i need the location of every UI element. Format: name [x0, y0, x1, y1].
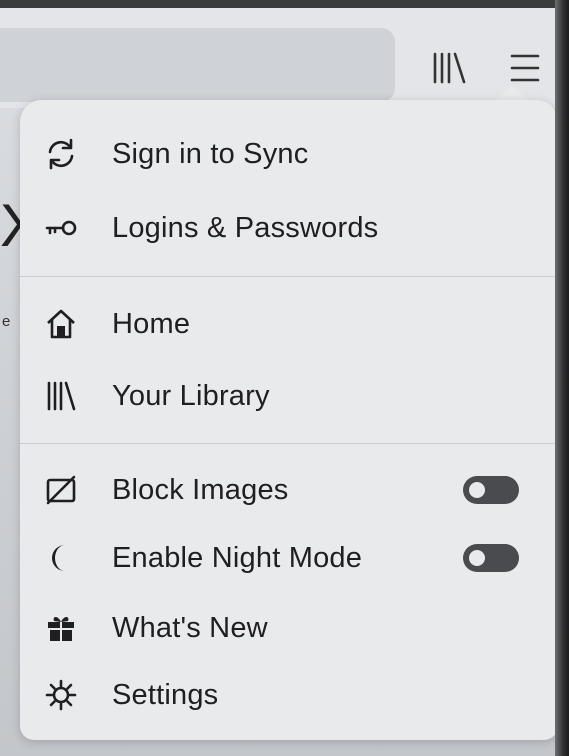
app-menu-panel: Sign in to Sync Logins & Passwords Home … [20, 100, 558, 740]
menu-item-whats-new[interactable]: What's New [20, 598, 558, 658]
device-bezel-right [555, 0, 569, 756]
device-bezel-top [0, 0, 569, 8]
browser-screen: X e Sign in to Sync [0, 0, 569, 756]
menu-item-label: Sign in to Sync [112, 137, 309, 170]
library-icon[interactable] [428, 48, 468, 88]
menu-divider [20, 276, 558, 277]
menu-item-label: Block Images [112, 473, 289, 506]
gear-icon [44, 678, 78, 712]
hamburger-menu-icon[interactable] [506, 48, 544, 88]
sync-icon [44, 137, 78, 171]
url-bar[interactable] [0, 28, 395, 102]
gift-icon [44, 611, 78, 645]
moon-icon [44, 541, 78, 575]
background-page-fragment: e [2, 313, 11, 330]
block-images-toggle[interactable] [463, 476, 519, 504]
menu-item-home[interactable]: Home [20, 294, 558, 354]
menu-item-block-images[interactable]: Block Images [20, 460, 558, 520]
menu-item-label: Logins & Passwords [112, 211, 379, 244]
menu-item-label: Home [112, 307, 191, 340]
menu-item-logins-passwords[interactable]: Logins & Passwords [20, 198, 558, 258]
menu-item-label: What's New [112, 611, 268, 644]
night-mode-toggle[interactable] [463, 544, 519, 572]
menu-item-your-library[interactable]: Your Library [20, 366, 558, 426]
menu-item-label: Enable Night Mode [112, 541, 363, 574]
menu-divider [20, 443, 558, 444]
key-icon [44, 211, 78, 245]
menu-item-label: Settings [112, 678, 219, 711]
menu-item-settings[interactable]: Settings [20, 665, 558, 725]
menu-item-label: Your Library [112, 379, 270, 412]
home-icon [44, 307, 78, 341]
library-icon [44, 379, 78, 413]
menu-item-enable-night-mode[interactable]: Enable Night Mode [20, 528, 558, 588]
menu-item-sign-in-to-sync[interactable]: Sign in to Sync [20, 124, 558, 184]
browser-toolbar [0, 8, 555, 108]
block-images-icon [44, 473, 78, 507]
